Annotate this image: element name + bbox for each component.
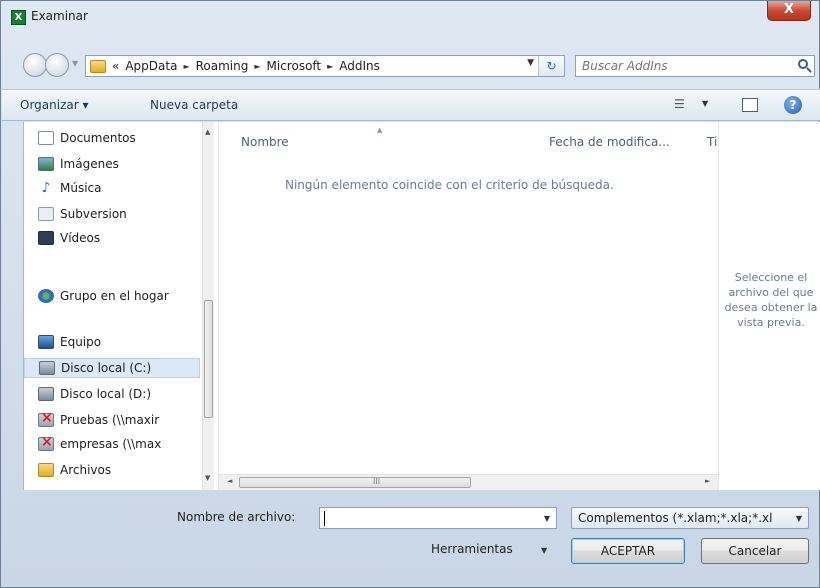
subversion-icon: [38, 207, 54, 221]
organize-button[interactable]: Organizar ▾: [20, 98, 89, 112]
filename-label: Nombre de archivo:: [177, 510, 296, 524]
nav-item-label: Subversion: [60, 207, 127, 221]
music-icon: ♪: [41, 180, 51, 196]
accept-button[interactable]: ACEPTAR: [571, 538, 685, 564]
nav-item-archivos[interactable]: Archivos: [38, 460, 111, 480]
nav-item-videos[interactable]: Vídeos: [38, 228, 100, 248]
breadcrumb-separator-icon[interactable]: ►: [254, 62, 260, 71]
window-title: Examinar: [31, 9, 88, 23]
dialog-body: Documentos Imágenes ♪ Música Subversion …: [23, 122, 820, 490]
nav-item-label: Archivos: [60, 463, 112, 477]
filetype-value: Complementos (*.xlam;*.xla;*.xl: [578, 511, 773, 525]
nav-item-label: Música: [60, 181, 102, 195]
help-icon[interactable]: ?: [784, 96, 802, 114]
images-icon: [38, 157, 54, 171]
scrollbar-grip-icon: III: [373, 477, 381, 486]
breadcrumb-appdata[interactable]: AppData: [125, 59, 177, 73]
breadcrumb-separator-icon[interactable]: ►: [183, 62, 189, 71]
search-box[interactable]: [575, 55, 815, 77]
filetype-dropdown-icon[interactable]: ▼: [796, 514, 802, 523]
filetype-select[interactable]: Complementos (*.xlam;*.xla;*.xl ▼: [571, 507, 809, 529]
address-bar[interactable]: « AppData ► Roaming ► Microsoft ► AddIns…: [85, 55, 565, 77]
nav-item-label: Documentos: [60, 131, 136, 145]
drive-icon: [38, 387, 54, 401]
scrollbar-thumb[interactable]: [239, 477, 471, 488]
filename-combobox[interactable]: ▼: [319, 507, 557, 529]
navigation-scrollbar[interactable]: ▲ ▼: [202, 122, 214, 490]
search-input[interactable]: [582, 58, 782, 74]
column-header-name[interactable]: Nombre: [241, 135, 289, 149]
videos-icon: [38, 231, 54, 245]
column-header-type[interactable]: Ti: [707, 135, 717, 149]
back-button[interactable]: [23, 53, 47, 77]
folder-icon: [38, 463, 54, 477]
horizontal-scrollbar[interactable]: ◄ III ►: [219, 474, 719, 490]
nav-item-label: Disco local (C:): [61, 361, 152, 375]
breadcrumb-addins[interactable]: AddIns: [339, 59, 380, 73]
filename-dropdown-icon[interactable]: ▼: [544, 514, 550, 523]
nav-item-equipo[interactable]: Equipo: [38, 332, 101, 352]
nav-item-label: Equipo: [60, 335, 102, 349]
nav-item-label: Grupo en el hogar: [60, 289, 169, 303]
cancel-button[interactable]: Cancelar: [701, 538, 809, 564]
nav-item-label: Pruebas (\\maxir: [60, 413, 160, 427]
recent-locations-icon[interactable]: ▼: [72, 59, 82, 69]
title-bar: X Examinar X: [1, 1, 819, 33]
drive-icon: [39, 361, 55, 375]
open-file-dialog: X Examinar X ▼ « AppData ► Roaming ► Mic…: [0, 0, 820, 588]
breadcrumb-separator-icon[interactable]: ►: [327, 62, 333, 71]
file-list-pane: ▲ Nombre Fecha de modifica... Ti Ningún …: [218, 122, 719, 490]
sort-arrow-icon: ▲: [377, 126, 383, 134]
folder-icon: [90, 59, 106, 73]
nav-item-subversion[interactable]: Subversion: [38, 204, 127, 224]
tools-dropdown-icon[interactable]: ▼: [541, 546, 547, 555]
tools-button[interactable]: Herramientas: [431, 542, 513, 556]
filename-input[interactable]: [324, 510, 534, 526]
breadcrumb-roaming[interactable]: Roaming: [196, 59, 249, 73]
scroll-down-icon[interactable]: ▼: [205, 474, 210, 482]
network-drive-icon: [38, 410, 54, 427]
close-button[interactable]: X: [767, 1, 811, 21]
scroll-right-icon[interactable]: ►: [705, 477, 710, 485]
nav-item-pruebas[interactable]: Pruebas (\\maxir: [38, 410, 159, 430]
scrollbar-thumb[interactable]: [204, 300, 213, 418]
nav-item-disco-d[interactable]: Disco local (D:): [38, 384, 151, 404]
refresh-button[interactable]: ↻: [538, 56, 564, 76]
scroll-up-icon[interactable]: ▲: [205, 128, 210, 136]
column-header-row: ▲ Nombre Fecha de modifica... Ti: [219, 126, 719, 152]
search-icon[interactable]: [798, 59, 808, 69]
network-drive-icon: [38, 434, 54, 451]
preview-pane: Seleccione el archivo del que desea obte…: [718, 122, 820, 490]
forward-button[interactable]: [45, 53, 69, 77]
nav-item-label: empresas (\\max: [60, 437, 162, 451]
nav-item-homegroup[interactable]: Grupo en el hogar: [38, 286, 169, 306]
computer-icon: [38, 335, 54, 349]
nav-item-empresas[interactable]: empresas (\\max: [38, 434, 161, 454]
nav-item-disco-c[interactable]: Disco local (C:): [24, 358, 200, 378]
excel-app-icon: X: [11, 10, 26, 25]
empty-results-message: Ningún elemento coincide con el criterio…: [285, 178, 614, 192]
nav-item-label: Vídeos: [60, 231, 101, 245]
nav-item-musica[interactable]: ♪ Música: [38, 178, 102, 198]
nav-item-label: Disco local (D:): [60, 387, 152, 401]
homegroup-icon: [38, 289, 54, 303]
nav-item-label: Imágenes: [60, 157, 119, 171]
address-dropdown-icon[interactable]: ▼: [527, 58, 534, 68]
view-dropdown-icon[interactable]: ▼: [702, 99, 708, 108]
breadcrumb-overflow[interactable]: «: [112, 59, 119, 73]
view-options-icon[interactable]: ☰: [674, 97, 685, 111]
scroll-left-icon[interactable]: ◄: [227, 477, 232, 485]
nav-item-documentos[interactable]: Documentos: [38, 128, 136, 148]
navigation-pane: Documentos Imágenes ♪ Música Subversion …: [24, 122, 214, 490]
new-folder-button[interactable]: Nueva carpeta: [150, 98, 238, 112]
breadcrumb-microsoft[interactable]: Microsoft: [267, 59, 322, 73]
document-icon: [38, 131, 54, 145]
nav-item-imagenes[interactable]: Imágenes: [38, 154, 119, 174]
preview-message: Seleccione el archivo del que desea obte…: [724, 271, 818, 329]
command-toolbar: Organizar ▾ Nueva carpeta ☰ ▼ ?: [2, 89, 820, 121]
preview-pane-toggle-icon[interactable]: [742, 98, 758, 112]
text-caret: [324, 511, 325, 526]
column-header-date[interactable]: Fecha de modifica...: [549, 135, 670, 149]
